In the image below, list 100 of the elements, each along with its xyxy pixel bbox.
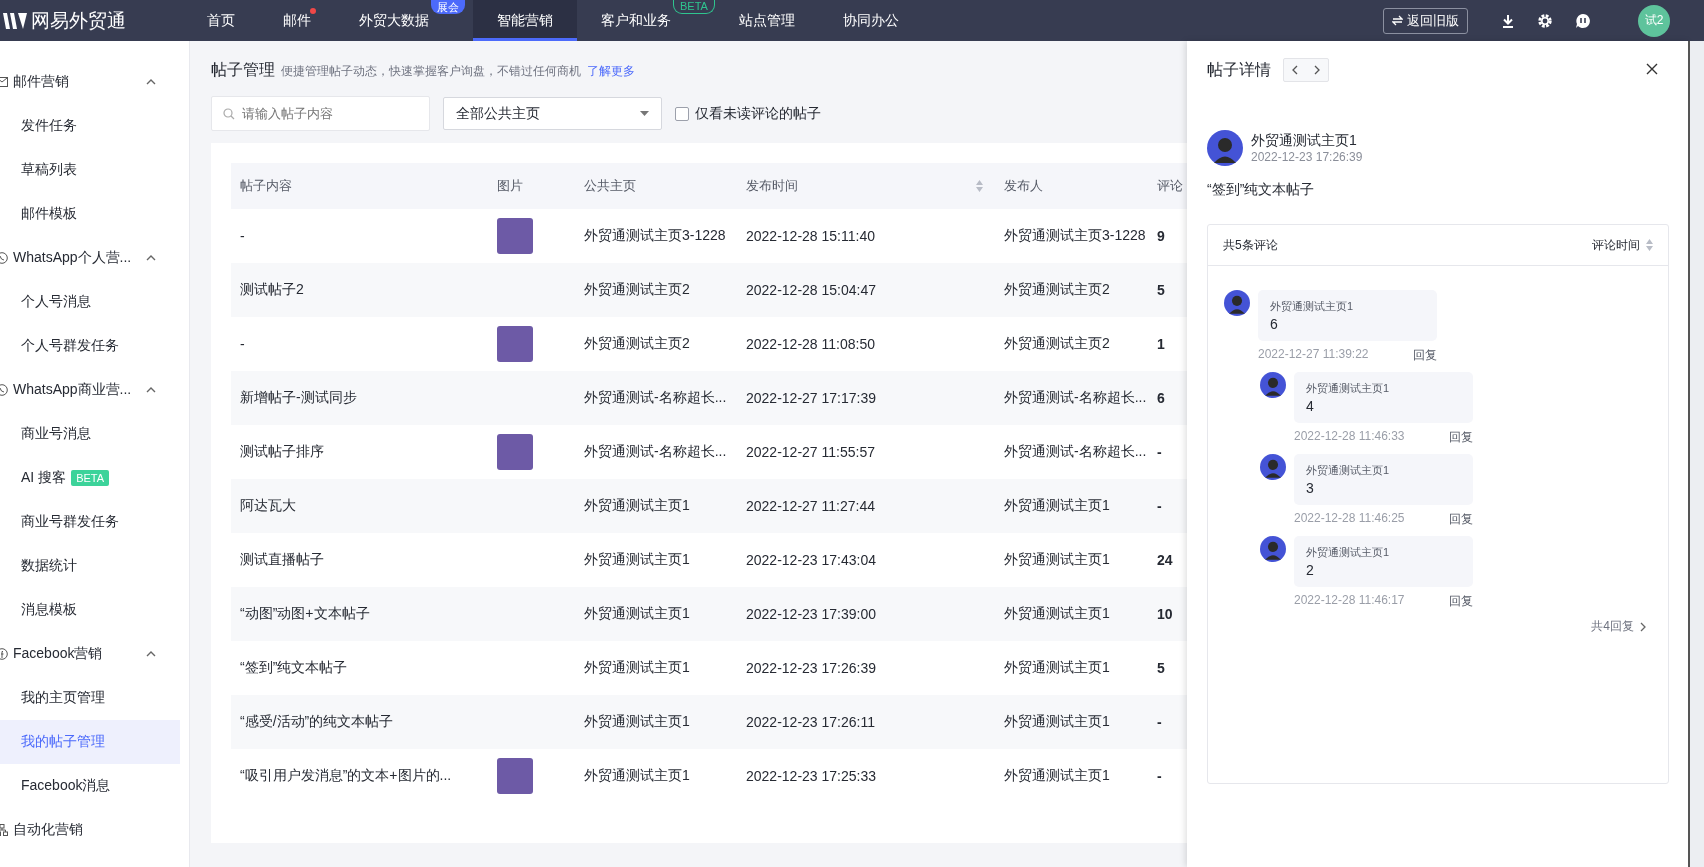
sidebar-item[interactable]: 个人号消息 [0, 280, 180, 324]
sidebar-item[interactable]: 我的主页管理 [0, 676, 180, 720]
table-cell: 24 [1157, 552, 1173, 568]
sidebar-item[interactable]: 商业号消息 [0, 412, 180, 456]
table-cell: 2022-12-28 15:11:40 [746, 228, 875, 244]
table-cell: 外贸通测试主页1 [584, 497, 690, 515]
table-cell: - [1157, 714, 1162, 730]
comment-author: 外贸通测试主页1 [1306, 381, 1391, 396]
table-cell: - [1157, 444, 1162, 460]
sidebar-item[interactable]: 草稿列表 [0, 148, 180, 192]
table-cell: 2022-12-23 17:25:33 [746, 768, 876, 784]
post-time: 2022-12-23 17:26:39 [1251, 150, 1363, 164]
table-cell: 外贸通测试主页3-1228 [584, 227, 726, 245]
search-field[interactable]: 请输入帖子内容 [211, 96, 430, 131]
comment-count: 共5条评论 [1223, 236, 1278, 254]
table-cell: 外贸通测试-名称超长... [1004, 443, 1147, 461]
sidebar-item[interactable]: 我的帖子管理 [0, 720, 180, 764]
logo-icon [3, 12, 27, 29]
table-cell: 外贸通测试主页2 [584, 281, 690, 299]
reply-link[interactable]: 回复 [1449, 511, 1473, 528]
comment-text: 2 [1306, 562, 1315, 578]
table-cell: 2022-12-23 17:43:04 [746, 552, 876, 568]
table-cell: 外贸通测试主页2 [1004, 281, 1110, 299]
nav-tab[interactable]: 客户和业务 [577, 0, 673, 41]
table-cell: 2022-12-23 17:26:11 [746, 714, 875, 730]
more-replies-link[interactable]: 共4回复 [1591, 618, 1646, 635]
table-cell: - [240, 336, 245, 352]
table-cell: 10 [1157, 606, 1173, 622]
table-cell: - [1157, 768, 1162, 784]
comment-text: 4 [1306, 398, 1315, 414]
sidebar-item[interactable]: 消息模板 [0, 588, 180, 632]
page-filter-dropdown[interactable]: 全部公共主页 [443, 97, 662, 130]
sidebar-item[interactable]: 发件任务 [0, 104, 180, 148]
table-cell: 外贸通测试主页1 [584, 713, 690, 731]
table-cell: “动图”动图+文本帖子 [240, 605, 370, 623]
sidebar-item[interactable]: AI 搜客 BETA [0, 456, 180, 500]
sidebar-item[interactable]: 邮件模板 [0, 192, 180, 236]
table-cell: 外贸通测试主页1 [584, 767, 690, 785]
column-header: 发布人 [1004, 177, 1043, 195]
avatar-icon [1260, 536, 1286, 562]
table-cell: 9 [1157, 228, 1165, 244]
chevron-icon [146, 387, 156, 393]
app-name: 网易外贸通 [31, 8, 126, 33]
nav-tab[interactable]: 协同办公 [818, 0, 923, 41]
drawer-title: 帖子详情 [1207, 59, 1271, 80]
sort-icon[interactable] [976, 180, 983, 192]
table-cell: - [1157, 498, 1162, 514]
nav-tab[interactable]: 首页 [183, 0, 259, 41]
nav-tab[interactable]: 智能营销 [473, 0, 577, 41]
beta-badge: BETA [71, 470, 110, 486]
table-cell: 2022-12-28 15:04:47 [746, 282, 876, 298]
comment-time: 2022-12-28 11:46:17 [1294, 593, 1405, 609]
avatar-icon [1260, 372, 1286, 398]
back-to-old-version-button[interactable]: 返回旧版 [1383, 7, 1468, 34]
sidebar-item[interactable]: Facebook消息 [0, 764, 180, 808]
table-cell: 外贸通测试主页1 [1004, 605, 1110, 623]
table-cell: 1 [1157, 336, 1165, 352]
column-header: 评论 [1157, 177, 1183, 195]
sort-icon[interactable] [1646, 239, 1653, 251]
comment-time: 2022-12-27 11:39:22 [1258, 347, 1369, 363]
column-header: 发布时间 [746, 177, 798, 195]
table-cell: 2022-12-27 11:27:44 [746, 498, 875, 514]
table-cell: 外贸通测试主页1 [584, 605, 690, 623]
nav-tab[interactable]: 外贸大数据 [335, 0, 431, 41]
sidebar-group[interactable]: WhatsApp商业营... [0, 368, 189, 412]
sidebar-group[interactable]: Facebook营销 [0, 632, 189, 676]
post-text: “签到”纯文本帖子 [1207, 181, 1316, 199]
sidebar-item[interactable]: 数据统计 [0, 544, 180, 588]
reply-link[interactable]: 回复 [1413, 347, 1437, 364]
chevron-left-icon [1292, 65, 1298, 75]
table-cell: 阿达瓦大 [240, 497, 296, 515]
nav-tab[interactable]: 邮件 [259, 0, 335, 41]
sidebar-item[interactable]: 个人号群发任务 [0, 324, 180, 368]
chevron-icon [146, 651, 156, 657]
settings-icon[interactable] [1537, 12, 1553, 29]
table-cell: 5 [1157, 282, 1165, 298]
sort-label: 评论时间 [1592, 236, 1640, 254]
comment-text: 6 [1270, 316, 1279, 332]
learn-more-link[interactable]: 了解更多 [587, 63, 635, 80]
table-cell: “吸引用户发消息”的文本+图片的... [240, 767, 452, 785]
nav-badge: BETA [673, 0, 715, 14]
table-cell: 外贸通测试主页1 [584, 551, 690, 569]
checkbox[interactable] [675, 106, 689, 121]
table-cell: 外贸通测试主页1 [1004, 713, 1110, 731]
comment-time: 2022-12-28 11:46:33 [1294, 429, 1405, 445]
caret-icon [640, 111, 649, 116]
reply-link[interactable]: 回复 [1449, 593, 1473, 610]
avatar-icon [1260, 454, 1286, 480]
table-cell: 测试帖子2 [240, 281, 304, 299]
table-cell: 外贸通测试主页1 [584, 659, 690, 677]
reply-link[interactable]: 回复 [1449, 429, 1473, 446]
sidebar-group[interactable]: WhatsApp个人营... [0, 236, 189, 280]
sidebar-group[interactable]: 邮件营销 [0, 60, 189, 104]
avatar-icon [1207, 130, 1243, 166]
sidebar-group[interactable]: 自动化营销 [0, 808, 189, 852]
download-icon[interactable] [1501, 13, 1515, 28]
nav-tab[interactable]: 站点管理 [714, 0, 819, 41]
comment-time: 2022-12-28 11:46:25 [1294, 511, 1405, 527]
chat-icon[interactable] [1575, 12, 1591, 29]
sidebar-item[interactable]: 商业号群发任务 [0, 500, 180, 544]
